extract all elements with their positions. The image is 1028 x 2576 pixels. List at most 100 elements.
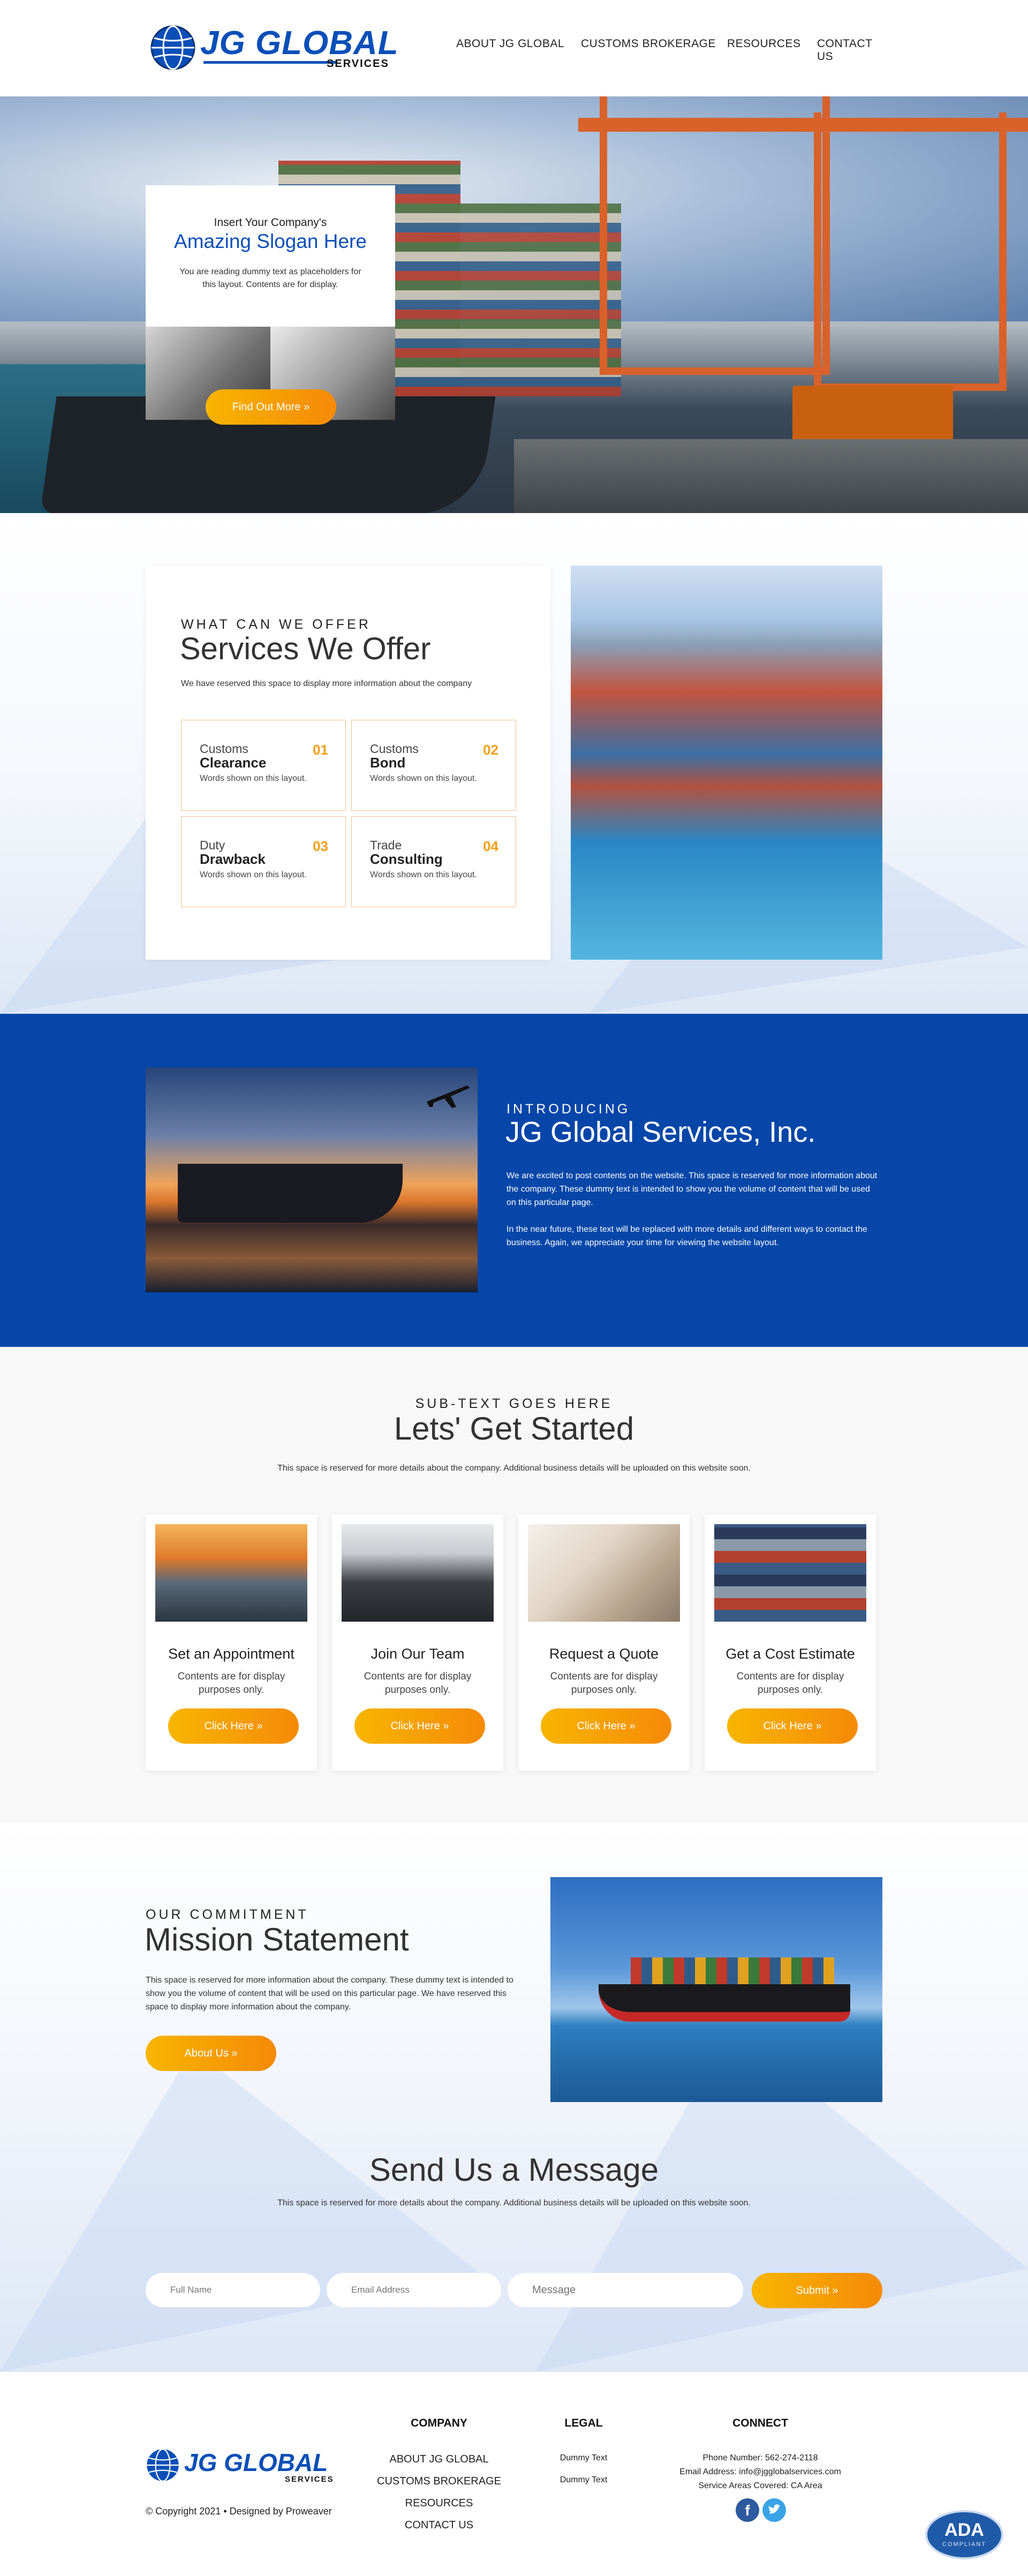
- quote-button[interactable]: Click Here »: [541, 1708, 671, 1744]
- main-nav: ABOUT JG GLOBAL CUSTOMS BROKERAGE RESOUR…: [456, 37, 885, 63]
- image-ship-hull: [599, 1984, 850, 2022]
- image-ship-silhouette: [178, 1164, 403, 1223]
- twitter-bird-glyph: [768, 2504, 781, 2514]
- card-text: Contents are for display purposes only.: [364, 1671, 472, 1696]
- service-customs-clearance[interactable]: Customs Clearance Words shown on this la…: [181, 720, 346, 811]
- logo[interactable]: JG GLOBAL SERVICES: [150, 25, 407, 71]
- intro-title: JG Global Services, Inc.: [505, 1116, 816, 1148]
- card-image-containers: [714, 1524, 866, 1622]
- intro-eyebrow: INTRODUCING: [507, 1102, 631, 1117]
- service-line2: Bond: [370, 755, 406, 771]
- service-line1: Customs: [200, 742, 248, 756]
- hero-description: You are reading dummy text as placeholde…: [179, 267, 361, 289]
- footer-logo[interactable]: JG GLOBAL SERVICES: [146, 2448, 349, 2485]
- globe-icon: [147, 2449, 179, 2482]
- intro-paragraph-1: We are excited to post contents on the w…: [507, 1171, 878, 1207]
- hero-crane: [814, 112, 1007, 391]
- service-duty-drawback[interactable]: Duty Drawback Words shown on this layout…: [181, 816, 346, 907]
- card-image-team: [342, 1524, 494, 1622]
- services-title: Services We Offer: [180, 631, 431, 666]
- service-desc: Words shown on this layout.: [200, 870, 307, 879]
- service-line2: Clearance: [200, 755, 267, 771]
- port-aerial-image: [571, 566, 882, 960]
- message-field[interactable]: [508, 2273, 743, 2307]
- card-title: Request a Quote: [549, 1646, 659, 1662]
- hero-dock: [514, 439, 1028, 513]
- nav-resources[interactable]: RESOURCES: [727, 37, 801, 50]
- footer-logo-main: JG GLOBAL: [184, 2449, 328, 2476]
- service-line1: Customs: [370, 742, 419, 756]
- hero-crane: [600, 96, 830, 375]
- twitter-icon[interactable]: [762, 2498, 786, 2522]
- footer-service-areas: Service Areas Covered: CA Area: [698, 2481, 822, 2490]
- card-image-port: [155, 1524, 307, 1622]
- cost-estimate-button[interactable]: Click Here »: [727, 1708, 858, 1744]
- footer-legal-link[interactable]: Dummy Text: [535, 2453, 632, 2463]
- email-field[interactable]: [327, 2273, 501, 2307]
- card-title: Set an Appointment: [168, 1646, 294, 1662]
- card-text: Contents are for display purposes only.: [177, 1671, 285, 1696]
- cargo-ship-image: [550, 1877, 882, 2102]
- service-line1: Duty: [200, 838, 225, 852]
- facebook-icon[interactable]: f: [736, 2498, 759, 2522]
- submit-button[interactable]: Submit »: [752, 2273, 882, 2308]
- hero-slogan-pre: Insert Your Company's: [214, 216, 327, 229]
- footer-legal-link[interactable]: Dummy Text: [535, 2475, 632, 2485]
- footer-company-heading: COMPANY: [411, 2417, 467, 2429]
- nav-customs-brokerage[interactable]: CUSTOMS BROKERAGE: [581, 37, 716, 50]
- card-title: Join Our Team: [371, 1646, 465, 1662]
- service-desc: Words shown on this layout.: [370, 774, 477, 783]
- mission-text: This space is reserved for more informat…: [146, 1976, 513, 2012]
- intro-paragraph-2: In the near future, these text will be r…: [507, 1225, 867, 1247]
- service-desc: Words shown on this layout.: [200, 774, 307, 783]
- ada-badge-main: ADA: [944, 2520, 984, 2540]
- footer-link-customs[interactable]: CUSTOMS BROKERAGE: [353, 2475, 525, 2488]
- about-us-button[interactable]: About Us »: [146, 2036, 276, 2071]
- ada-compliance-badge[interactable]: ADA COMPLIANT: [925, 2510, 1003, 2559]
- site-header: JG GLOBAL SERVICES ABOUT JG GLOBAL CUSTO…: [0, 0, 1028, 96]
- globe-icon: [150, 25, 195, 70]
- card-image-meeting: [528, 1524, 680, 1622]
- card-cost-estimate: Get a Cost Estimate Contents are for dis…: [705, 1515, 876, 1771]
- footer-link-about[interactable]: ABOUT JG GLOBAL: [353, 2453, 525, 2466]
- footer-phone: Phone Number: 562-274-2118: [702, 2453, 818, 2462]
- card-appointment: Set an Appointment Contents are for disp…: [146, 1515, 317, 1771]
- service-line1: Trade: [370, 838, 402, 852]
- started-eyebrow: SUB-TEXT GOES HERE: [415, 1396, 613, 1411]
- card-title: Get a Cost Estimate: [725, 1646, 855, 1662]
- full-name-field[interactable]: [146, 2273, 320, 2307]
- service-desc: Words shown on this layout.: [370, 870, 477, 879]
- nav-about[interactable]: ABOUT JG GLOBAL: [456, 37, 564, 50]
- nav-contact[interactable]: CONTACT US: [817, 37, 885, 63]
- card-quote: Request a Quote Contents are for display…: [518, 1515, 690, 1771]
- card-join-team: Join Our Team Contents are for display p…: [332, 1515, 503, 1771]
- started-title: Lets' Get Started: [394, 1411, 634, 1447]
- airplane-icon: [427, 1086, 470, 1108]
- sunset-ship-image: [146, 1067, 478, 1292]
- service-line2: Consulting: [370, 851, 443, 867]
- footer-link-resources[interactable]: RESOURCES: [353, 2497, 525, 2510]
- service-number: 04: [483, 838, 498, 854]
- services-eyebrow: WHAT CAN WE OFFER: [181, 617, 371, 632]
- copyright: © Copyright 2021 • Designed by Proweaver: [146, 2506, 332, 2517]
- service-customs-bond[interactable]: Customs Bond Words shown on this layout.…: [351, 720, 516, 811]
- join-team-button[interactable]: Click Here »: [354, 1708, 485, 1744]
- logo-main-text: JG GLOBAL: [200, 25, 399, 62]
- hero-banner: Insert Your Company's Amazing Slogan Her…: [0, 96, 1028, 513]
- find-out-more-button[interactable]: Find Out More »: [206, 389, 336, 425]
- logo-underline: [203, 61, 337, 64]
- intro-section: INTRODUCING JG Global Services, Inc. We …: [0, 1014, 1028, 1347]
- mission-eyebrow: OUR COMMITMENT: [146, 1907, 309, 1922]
- footer-link-contact[interactable]: CONTACT US: [353, 2519, 525, 2532]
- mission-title: Mission Statement: [145, 1922, 409, 1957]
- services-section: WHAT CAN WE OFFER Services We Offer We h…: [0, 513, 1028, 1014]
- hero-crane-boom: [578, 118, 1028, 132]
- footer-legal-heading: LEGAL: [564, 2417, 603, 2429]
- logo-sub-text: SERVICES: [327, 58, 389, 70]
- message-title: Send Us a Message: [369, 2152, 659, 2188]
- service-trade-consulting[interactable]: Trade Consulting Words shown on this lay…: [351, 816, 516, 907]
- service-number: 02: [483, 742, 498, 758]
- ada-badge-sub: COMPLIANT: [942, 2541, 987, 2548]
- bg-polygon: [0, 2048, 482, 2372]
- appointment-button[interactable]: Click Here »: [168, 1708, 299, 1744]
